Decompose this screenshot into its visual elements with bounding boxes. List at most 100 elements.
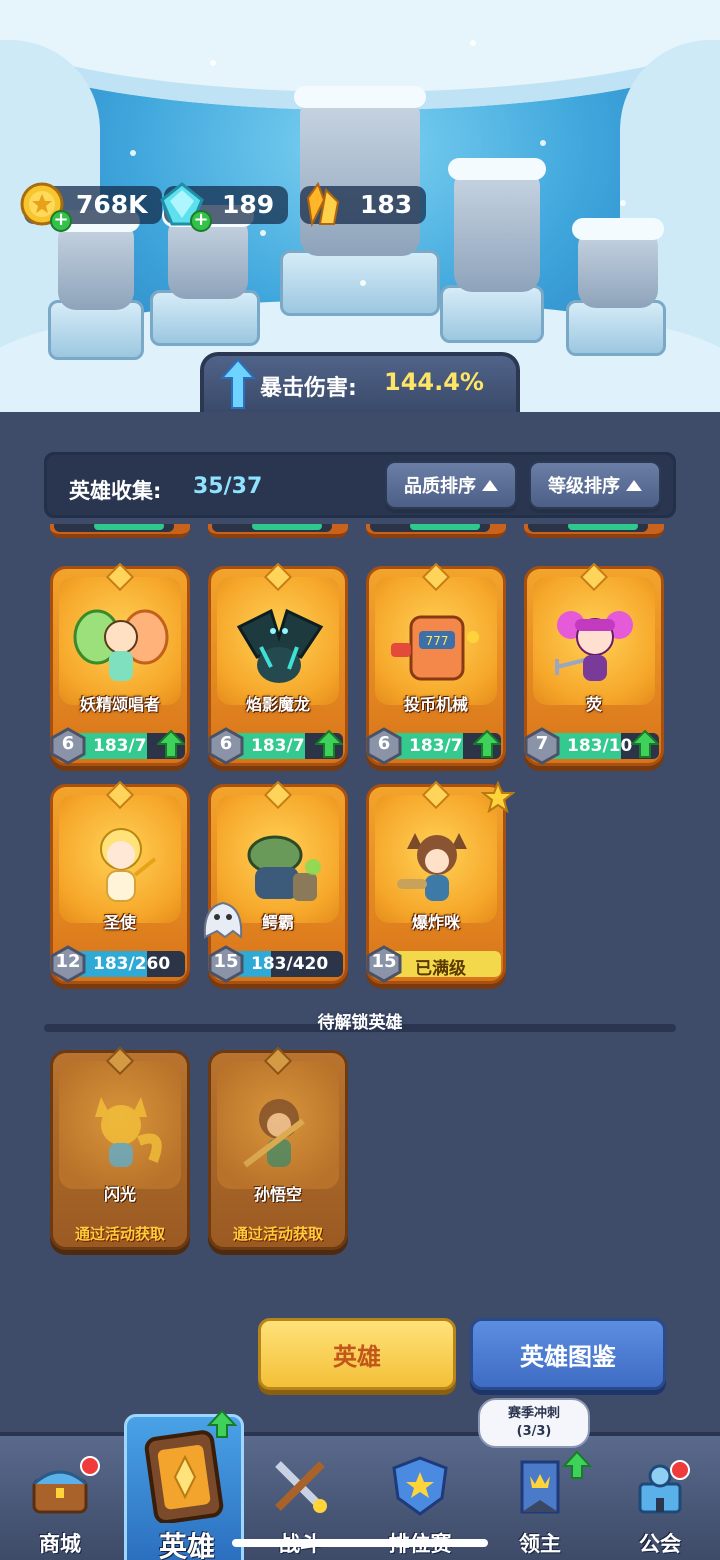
ranked-shield-icon [392, 1456, 448, 1516]
hero-name: 爆炸咪 [411, 913, 460, 932]
pedestal [566, 300, 666, 356]
add-gold-icon[interactable]: + [50, 210, 72, 232]
pedestal [440, 285, 544, 343]
shard-progress-text: 183/7 [409, 736, 463, 756]
upgrade-arrow-icon [157, 729, 185, 758]
hero-card[interactable]: 鳄霸 183/420 15 [203, 780, 348, 984]
crystal-counter: 183 [300, 181, 427, 228]
coin-machine-portrait: 777 [391, 615, 479, 681]
upgrade-arrow-icon [473, 729, 501, 758]
statue [448, 158, 546, 292]
season-sprint-title: 赛季冲刺 [507, 1406, 560, 1421]
hero-card[interactable]: 圣使 183/260 12 [50, 780, 190, 984]
collection-header: 英雄收集: 35/37 品质排序 等级排序 [44, 452, 676, 518]
hero-codex-button[interactable]: 英雄图鉴 [470, 1318, 666, 1390]
crystal-icon [306, 181, 340, 228]
hero-level: 6 [377, 733, 391, 754]
nav-lord[interactable]: 领主 [480, 1436, 600, 1560]
svg-text:777: 777 [426, 634, 449, 648]
shard-progress-text: 183/260 [93, 954, 171, 974]
nav-heroes[interactable]: 英雄 [124, 1409, 244, 1560]
home-indicator[interactable] [232, 1539, 488, 1547]
heroes-tab-button[interactable]: 英雄 [258, 1318, 456, 1390]
sort-by-level-button[interactable]: 等级排序 [529, 461, 661, 509]
crit-damage-banner: 暴击伤害: 144.4% [200, 352, 520, 412]
gem-counter[interactable]: + 189 [160, 182, 289, 232]
season-sprint-progress: (3/3) [516, 1424, 552, 1439]
sort-by-quality-button[interactable]: 品质排序 [385, 461, 517, 509]
nav-shop[interactable]: 商城 [0, 1436, 120, 1560]
hero-name: 圣使 [103, 913, 136, 932]
hero-level: 15 [371, 951, 397, 972]
hero-name: 妖精颂唱者 [79, 695, 160, 714]
dragon-statue [294, 86, 426, 256]
hero-card[interactable]: 焰影魔龙 183/7 6 [208, 562, 348, 766]
ying-portrait [555, 611, 633, 681]
hero-level: 6 [219, 733, 233, 754]
hero-screen: + 768K + 189 183 暴击伤害: 144.4% 英雄收集: 35/3… [0, 0, 720, 1560]
statue-cave-scene: + 768K + 189 183 暴击伤害: 144.4% [0, 0, 720, 412]
hero-name: 荧 [585, 695, 602, 714]
season-sprint-bubble[interactable]: 赛季冲刺 (3/3) [478, 1398, 590, 1448]
nav-label: 商城 [39, 1532, 81, 1556]
shard-progress-text: 183/10 [567, 736, 633, 756]
max-level-text: 已满级 [415, 959, 466, 977]
gold-amount: 768K [76, 190, 148, 219]
crit-damage-label: 暴击伤害: [260, 376, 357, 401]
boom-cat-portrait [397, 833, 467, 901]
hero-card[interactable]: 爆炸咪 已满级 15 [366, 780, 515, 984]
shard-progress-text: 183/420 [251, 954, 329, 974]
up-arrow-icon [220, 358, 256, 409]
statue [52, 210, 140, 310]
monkey-king-portrait [243, 1099, 305, 1168]
hero-card[interactable]: 妖精颂唱者 183/7 6 [50, 562, 190, 766]
nav-label: 领主 [519, 1532, 561, 1556]
notification-dot [80, 1456, 100, 1476]
crystal-amount: 183 [360, 190, 413, 219]
hero-level: 15 [213, 951, 239, 972]
hero-level: 7 [535, 733, 549, 754]
fairy-singer-portrait [73, 609, 169, 681]
gold-counter[interactable]: + 768K [20, 182, 162, 232]
upgrade-arrow-icon [631, 729, 659, 758]
scrolled-card-row [0, 524, 720, 552]
sort-up-icon [482, 479, 498, 491]
hero-card-icon [144, 1430, 224, 1523]
nav-guild[interactable]: 公会 [600, 1436, 720, 1560]
sort-level-label: 等级排序 [548, 476, 620, 497]
unlock-method: 通过活动获取 [232, 1225, 323, 1243]
sort-up-icon [626, 479, 642, 491]
upgrade-arrow-icon [207, 1409, 237, 1438]
collection-label: 英雄收集: [69, 479, 162, 503]
shard-progress-text: 183/7 [251, 736, 305, 756]
hero-name: 鳄霸 [261, 913, 294, 932]
shadow-dragon-portrait [236, 608, 324, 683]
hero-level: 6 [61, 733, 75, 754]
collection-count: 35/37 [193, 474, 263, 499]
nav-label: 英雄 [158, 1530, 215, 1560]
sort-quality-label: 品质排序 [404, 476, 476, 497]
notification-dot [670, 1460, 690, 1480]
hero-name: 焰影魔龙 [245, 695, 310, 714]
locked-hero-name: 孙悟空 [253, 1185, 302, 1204]
locked-heroes-title: 待解锁英雄 [317, 1013, 403, 1033]
add-gems-icon[interactable]: + [190, 210, 212, 232]
upgrade-arrow-icon [315, 729, 343, 758]
locked-hero-card[interactable]: 闪光 通过活动获取 [50, 1046, 190, 1250]
crit-damage-value: 144.4% [384, 368, 484, 396]
hero-card[interactable]: 777 投币机械 183/7 6 [366, 562, 506, 766]
crossed-swords-icon [275, 1461, 327, 1513]
hero-card[interactable]: 荧 183/10 7 [524, 562, 664, 766]
locked-hero-name: 闪光 [103, 1185, 136, 1204]
flash-fox-portrait [95, 1097, 162, 1167]
robot-statue [572, 218, 664, 308]
upgrade-arrow-icon [562, 1450, 592, 1479]
hero-collection-panel: 英雄收集: 35/37 品质排序 等级排序 妖精颂唱者 183/7 6 焰影魔龙… [0, 412, 720, 1432]
star-icon [481, 781, 515, 814]
nav-label: 公会 [639, 1532, 681, 1556]
unlock-method: 通过活动获取 [74, 1225, 165, 1243]
gem-amount: 189 [222, 190, 275, 219]
shard-progress-text: 183/7 [93, 736, 147, 756]
locked-hero-card[interactable]: 孙悟空 通过活动获取 [208, 1046, 348, 1250]
hero-name: 投币机械 [403, 695, 468, 714]
